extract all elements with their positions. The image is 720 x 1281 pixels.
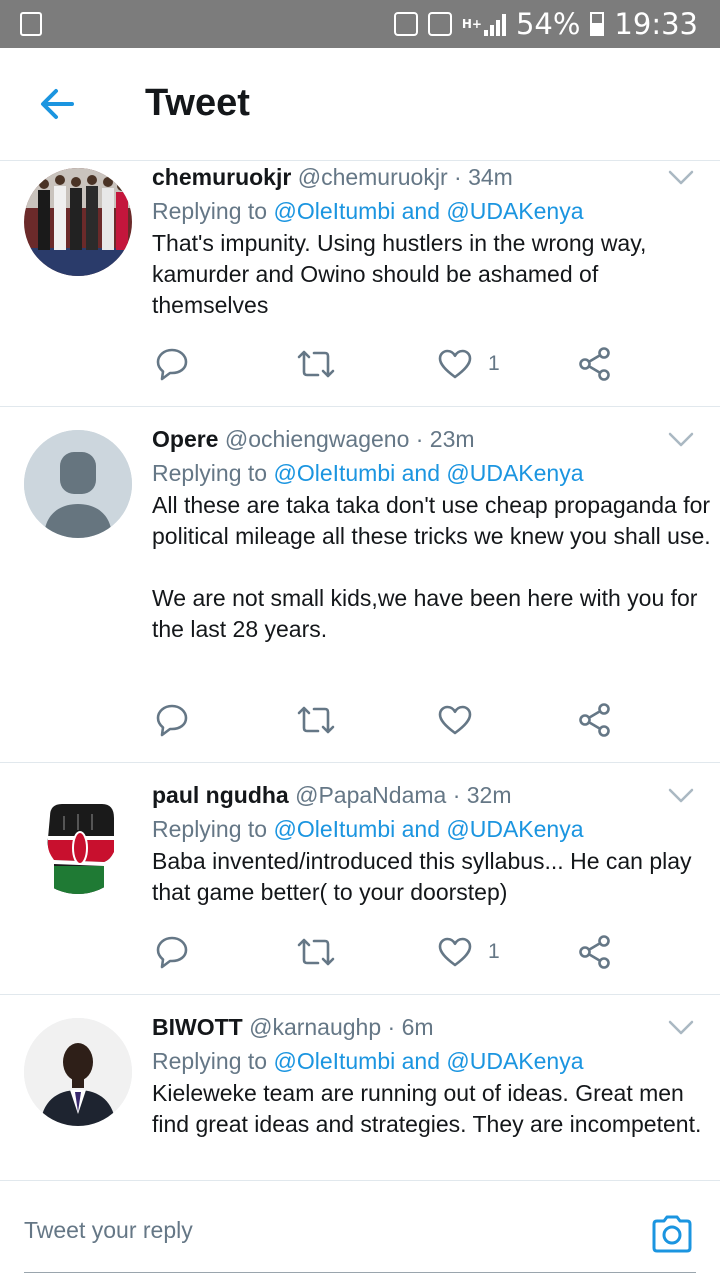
tweet-actions: 1 bbox=[152, 344, 632, 384]
display-name[interactable]: BIWOTT bbox=[152, 1014, 243, 1040]
heart-icon bbox=[438, 705, 472, 735]
share-icon bbox=[579, 703, 610, 737]
tweet-text: Kieleweke team are running out of ideas.… bbox=[152, 1080, 702, 1137]
heart-icon bbox=[438, 937, 472, 967]
tweet-content: chemuruokjr @chemuruokjr · 34m Replying … bbox=[152, 160, 712, 321]
tweet-header: Opere @ochiengwageno · 23m bbox=[152, 422, 712, 456]
tweet[interactable]: BIWOTT @karnaughp · 6m Replying to @OleI… bbox=[0, 994, 720, 1178]
replying-to: Replying to @OleItumbi and @UDAKenya bbox=[152, 812, 712, 846]
tweet-text: That's impunity. Using hustlers in the w… bbox=[152, 230, 653, 318]
chevron-down-icon[interactable] bbox=[668, 170, 694, 186]
like-button[interactable]: 1 bbox=[438, 932, 500, 972]
retweet-icon bbox=[297, 938, 335, 966]
replying-to-handles[interactable]: @OleItumbi and @UDAKenya bbox=[273, 460, 583, 486]
tweet-header: chemuruokjr @chemuruokjr · 34m bbox=[152, 160, 712, 194]
top-app-bar: Tweet bbox=[0, 48, 720, 161]
replying-to-prefix: Replying to bbox=[152, 1048, 268, 1074]
retweet-button[interactable] bbox=[296, 700, 336, 740]
tweet-content: BIWOTT @karnaughp · 6m Replying to @OleI… bbox=[152, 1010, 712, 1140]
replying-to: Replying to @OleItumbi and @UDAKenya bbox=[152, 1044, 712, 1078]
user-handle[interactable]: @chemuruokjr bbox=[298, 164, 448, 190]
reply-icon bbox=[156, 348, 188, 381]
replying-to: Replying to @OleItumbi and @UDAKenya bbox=[152, 194, 712, 228]
network-type-icon: H+ bbox=[462, 12, 506, 36]
user-handle[interactable]: @karnaughp bbox=[249, 1014, 381, 1040]
retweet-button[interactable] bbox=[296, 932, 336, 972]
tweet[interactable]: paul ngudha @PapaNdama · 32m Replying to… bbox=[0, 762, 720, 995]
user-handle[interactable]: @PapaNdama bbox=[295, 782, 446, 808]
avatar[interactable] bbox=[24, 1018, 132, 1126]
status-icons: H+ 54% 19:33 bbox=[393, 6, 698, 42]
display-name[interactable]: paul ngudha bbox=[152, 782, 289, 808]
share-button[interactable] bbox=[578, 932, 612, 972]
like-count: 1 bbox=[488, 352, 500, 375]
reply-button[interactable] bbox=[154, 700, 190, 740]
replying-to-prefix: Replying to bbox=[152, 198, 268, 224]
tweet-actions bbox=[152, 700, 632, 740]
call-icon bbox=[393, 12, 418, 36]
replying-to-prefix: Replying to bbox=[152, 816, 268, 842]
retweet-icon bbox=[297, 350, 335, 378]
kenya-flag-fist-icon bbox=[24, 786, 132, 894]
replying-to-handles[interactable]: @OleItumbi and @UDAKenya bbox=[273, 816, 583, 842]
heart-icon bbox=[438, 349, 472, 379]
tweet-actions: 1 bbox=[152, 932, 632, 972]
replying-to-handles[interactable]: @OleItumbi and @UDAKenya bbox=[273, 1048, 583, 1074]
retweet-button[interactable] bbox=[296, 344, 336, 384]
arrow-left-icon[interactable] bbox=[36, 82, 80, 126]
clock: 19:33 bbox=[614, 7, 698, 41]
retweet-icon bbox=[297, 706, 335, 734]
battery-percent: 54% bbox=[515, 7, 581, 41]
replying-to-handles[interactable]: @OleItumbi and @UDAKenya bbox=[273, 198, 583, 224]
replying-to-prefix: Replying to bbox=[152, 460, 268, 486]
display-name[interactable]: chemuruokjr bbox=[152, 164, 291, 190]
tweet-time: · 6m bbox=[387, 1014, 434, 1040]
camera-icon[interactable] bbox=[650, 1214, 694, 1254]
network-type-label: H+ bbox=[461, 16, 482, 31]
avatar[interactable] bbox=[24, 786, 132, 894]
reply-icon bbox=[156, 704, 188, 737]
page-title: Tweet bbox=[145, 82, 250, 124]
tweet-header: paul ngudha @PapaNdama · 32m bbox=[152, 778, 712, 812]
tweet-time: · 23m bbox=[415, 426, 475, 452]
tweet-text: All these are taka taka don't use cheap … bbox=[152, 492, 711, 642]
share-icon bbox=[579, 935, 610, 969]
tweet-content: paul ngudha @PapaNdama · 32m Replying to… bbox=[152, 778, 712, 908]
display-name[interactable]: Opere bbox=[152, 426, 218, 452]
reply-input-underline bbox=[24, 1272, 696, 1273]
reply-button[interactable] bbox=[154, 932, 190, 972]
reply-icon bbox=[156, 936, 188, 969]
share-button[interactable] bbox=[578, 344, 612, 384]
chevron-down-icon[interactable] bbox=[668, 788, 694, 804]
replying-to: Replying to @OleItumbi and @UDAKenya bbox=[152, 456, 712, 490]
tweet-text: Baba invented/introduced this syllabus..… bbox=[152, 848, 698, 905]
battery-icon bbox=[590, 12, 605, 36]
share-button[interactable] bbox=[578, 700, 612, 740]
tweet[interactable]: Opere @ochiengwageno · 23m Replying to @… bbox=[0, 406, 720, 763]
tweet-content: Opere @ochiengwageno · 23m Replying to @… bbox=[152, 422, 712, 645]
like-count: 1 bbox=[488, 940, 500, 963]
like-button[interactable]: 1 bbox=[438, 344, 500, 384]
tweet-header: BIWOTT @karnaughp · 6m bbox=[152, 1010, 712, 1044]
avatar[interactable] bbox=[24, 168, 132, 276]
tweet[interactable]: chemuruokjr @chemuruokjr · 34m Replying … bbox=[0, 160, 720, 407]
reply-composer[interactable]: Tweet your reply bbox=[0, 1180, 720, 1281]
status-bar: H+ 54% 19:33 bbox=[0, 0, 720, 48]
chevron-down-icon[interactable] bbox=[668, 432, 694, 448]
user-handle[interactable]: @ochiengwageno bbox=[225, 426, 409, 452]
signal-box-icon bbox=[427, 12, 452, 36]
tweet-time: · 34m bbox=[454, 164, 513, 190]
like-button[interactable] bbox=[438, 700, 488, 740]
avatar[interactable] bbox=[24, 430, 132, 538]
reply-feed[interactable]: chemuruokjr @chemuruokjr · 34m Replying … bbox=[0, 160, 720, 1178]
signal-bars-icon bbox=[483, 12, 506, 36]
tweet-time: · 32m bbox=[452, 782, 512, 808]
reply-button[interactable] bbox=[154, 344, 190, 384]
share-icon bbox=[579, 347, 610, 381]
chevron-down-icon[interactable] bbox=[668, 1020, 694, 1036]
reply-input[interactable]: Tweet your reply bbox=[24, 1217, 193, 1244]
default-avatar-icon bbox=[24, 430, 132, 538]
recycle-notification-icon bbox=[20, 12, 42, 36]
